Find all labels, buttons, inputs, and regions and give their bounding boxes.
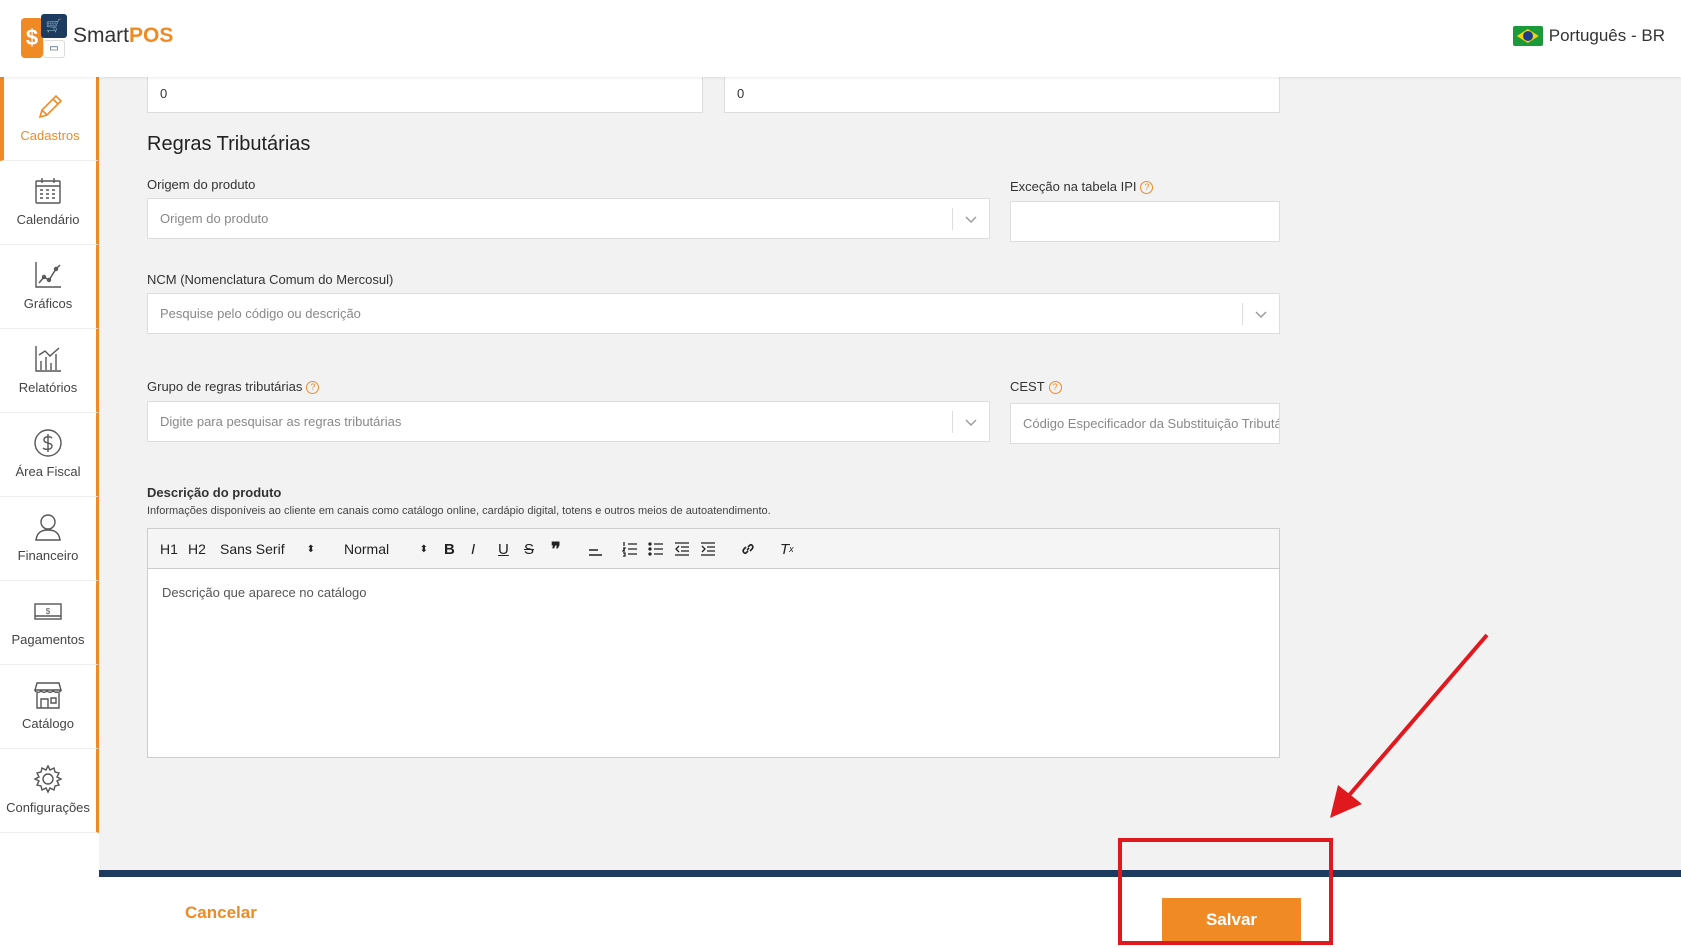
help-icon[interactable]: ? xyxy=(1140,181,1154,194)
svg-text:$: $ xyxy=(46,607,51,616)
sidebar-item-label: Calendário xyxy=(16,212,80,227)
bullet-list-icon[interactable] xyxy=(648,539,664,559)
sidebar-item-label: Catálogo xyxy=(21,716,75,731)
language-selector[interactable]: Português - BR xyxy=(1512,26,1665,46)
italic-button[interactable]: I xyxy=(471,539,475,559)
help-icon[interactable]: ? xyxy=(306,381,320,394)
banknote-icon: $ xyxy=(34,603,62,620)
bold-button[interactable]: B xyxy=(444,539,455,559)
origem-select[interactable]: Origem do produto xyxy=(147,198,990,239)
smartpos-logo[interactable]: $ 🛒 ▭ SmartPOS xyxy=(21,14,173,58)
font-size-select[interactable]: Normal ⬍ xyxy=(344,539,428,559)
sidebar-item-label: Gráficos xyxy=(23,296,73,311)
sidebar-item-label: Área Fiscal xyxy=(15,464,81,479)
cest-input[interactable]: Código Especificador da Substituição Tri… xyxy=(1010,403,1280,444)
chevron-down-icon xyxy=(1255,311,1267,318)
calendar-icon xyxy=(35,178,61,204)
sidebar-item-pagamentos[interactable]: $ Pagamentos xyxy=(0,581,99,665)
person-icon xyxy=(35,514,61,541)
sidebar-item-financeiro[interactable]: Financeiro xyxy=(0,497,99,581)
sidebar-item-label: Configurações xyxy=(6,800,90,815)
descricao-label: Descrição do produto xyxy=(147,485,282,500)
origem-label: Origem do produto xyxy=(147,177,256,192)
origem-placeholder: Origem do produto xyxy=(160,211,269,226)
sidebar-item-graficos[interactable]: Gráficos xyxy=(0,245,99,329)
logo-mark-icon: $ 🛒 ▭ xyxy=(21,14,67,58)
save-highlight-box xyxy=(1118,838,1333,945)
link-icon[interactable] xyxy=(740,539,756,559)
underline-button[interactable]: U xyxy=(498,539,509,559)
app-header: $ 🛒 ▭ SmartPOS Português - BR xyxy=(0,0,1681,77)
excecao-ipi-input[interactable] xyxy=(1010,201,1280,242)
sidebar-item-label: Financeiro xyxy=(17,548,79,563)
grupo-regras-placeholder: Digite para pesquisar as regras tributár… xyxy=(160,414,402,429)
outdent-icon[interactable] xyxy=(674,539,690,559)
clear-format-icon[interactable]: Tx xyxy=(780,539,794,559)
dollar-circle-icon xyxy=(34,429,62,457)
font-family-select[interactable]: Sans Serif ⬍ xyxy=(220,539,315,559)
annotation-arrow-icon xyxy=(1330,633,1489,818)
sidebar-item-relatorios[interactable]: Relatórios xyxy=(0,329,99,413)
h1-button[interactable]: H1 xyxy=(160,539,178,559)
form-footer: Cancelar Salvar xyxy=(99,870,1681,948)
sidebar-item-label: Relatórios xyxy=(18,380,78,395)
sidebar-item-configuracoes[interactable]: Configurações xyxy=(0,749,99,833)
editor-toolbar: H1 H2 Sans Serif ⬍ Normal ⬍ B I U S ❞ Tx xyxy=(147,528,1280,569)
sidebar-item-calendario[interactable]: Calendário xyxy=(0,161,99,245)
ncm-select[interactable]: Pesquise pelo código ou descrição xyxy=(147,293,1280,334)
sidebar-item-catalogo[interactable]: Catálogo xyxy=(0,665,99,749)
sidebar-item-area-fiscal[interactable]: Área Fiscal xyxy=(0,413,99,497)
pencil-icon xyxy=(38,94,63,119)
description-editor[interactable]: Descrição que aparece no catálogo xyxy=(147,569,1280,758)
h2-button[interactable]: H2 xyxy=(188,539,206,559)
brand-name: SmartPOS xyxy=(73,24,174,47)
blockquote-icon[interactable]: ❞ xyxy=(551,539,561,559)
top-left-field[interactable]: 0 xyxy=(147,73,703,113)
cest-label: CEST? xyxy=(1010,379,1062,394)
align-left-icon[interactable] xyxy=(588,539,604,559)
chevron-down-icon xyxy=(965,419,977,426)
strikethrough-button[interactable]: S xyxy=(524,539,534,559)
grupo-regras-label: Grupo de regras tributárias? xyxy=(147,379,320,394)
bar-chart-icon xyxy=(35,346,61,372)
ncm-placeholder: Pesquise pelo código ou descrição xyxy=(160,306,361,321)
help-icon[interactable]: ? xyxy=(1048,381,1062,394)
excecao-ipi-label: Exceção na tabela IPI? xyxy=(1010,179,1154,194)
sidebar-item-cadastros[interactable]: Cadastros xyxy=(0,77,99,161)
store-icon xyxy=(34,682,62,709)
top-right-field[interactable]: 0 xyxy=(724,73,1280,113)
sidebar-item-label: Cadastros xyxy=(20,128,80,143)
line-chart-icon xyxy=(35,262,61,288)
indent-icon[interactable] xyxy=(700,539,716,559)
language-label: Português - BR xyxy=(1548,26,1665,45)
ordered-list-icon[interactable] xyxy=(622,539,638,559)
chevron-down-icon xyxy=(965,216,977,223)
sidebar-nav: Cadastros Calendário Gráficos Relatórios… xyxy=(0,77,99,948)
cancel-button[interactable]: Cancelar xyxy=(185,903,257,923)
ncm-label: NCM (Nomenclatura Comum do Mercosul) xyxy=(147,272,394,287)
gear-icon xyxy=(33,764,63,794)
section-title: Regras Tributárias xyxy=(147,133,311,155)
brazil-flag-icon xyxy=(1512,26,1543,46)
sidebar-item-label: Pagamentos xyxy=(11,632,85,647)
grupo-regras-select[interactable]: Digite para pesquisar as regras tributár… xyxy=(147,401,990,442)
descricao-hint: Informações disponíveis ao cliente em ca… xyxy=(147,505,771,517)
